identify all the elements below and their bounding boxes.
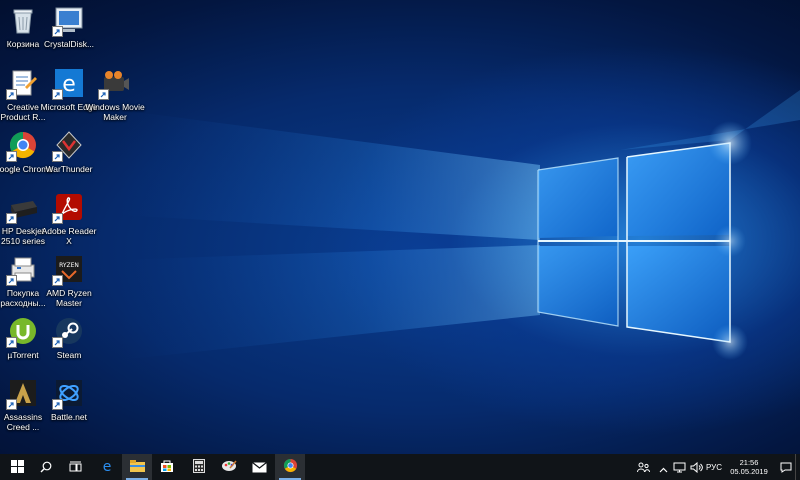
warthunder-icon — [52, 129, 85, 162]
desktop-icon-warthunder[interactable]: WarThunder — [39, 129, 99, 174]
shortcut-arrow-icon — [6, 399, 17, 410]
show-desktop-button[interactable] — [795, 454, 800, 480]
people-button[interactable] — [635, 454, 651, 480]
taskbar-file-explorer[interactable] — [122, 454, 152, 480]
mail-icon — [251, 458, 267, 477]
taskbar-mail[interactable] — [244, 454, 274, 480]
shortcut-arrow-icon — [6, 337, 17, 348]
language-label: РУС — [705, 462, 723, 472]
taskbar: e РУС 21:56 05.05.2019 — [0, 454, 800, 480]
desktop-icon-crystaldisk[interactable]: CrystalDisk... — [39, 4, 99, 49]
speaker-icon — [690, 458, 703, 477]
shortcut-arrow-icon — [52, 151, 63, 162]
store-icon — [160, 458, 174, 477]
task-view-icon — [69, 458, 82, 477]
shortcut-arrow-icon — [6, 151, 17, 162]
chrome-icon — [283, 458, 298, 477]
svg-text:e: e — [62, 72, 76, 97]
taskbar-edge[interactable]: e — [92, 454, 122, 480]
shortcut-arrow-icon — [52, 399, 63, 410]
start-icon — [10, 458, 24, 477]
notification-icon — [780, 458, 792, 477]
steam-icon — [52, 315, 85, 348]
shortcut-arrow-icon — [52, 26, 63, 37]
shortcut-arrow-icon — [52, 337, 63, 348]
shortcut-arrow-icon — [52, 213, 63, 224]
shortcut-arrow-icon — [98, 89, 109, 100]
battlenet-icon — [52, 377, 85, 410]
clock-date: 05.05.2019 — [730, 467, 768, 476]
desktop-icon-adobe-reader[interactable]: Adobe Reader X — [39, 191, 99, 246]
printer-icon — [6, 191, 39, 224]
movie-maker-icon — [98, 67, 131, 100]
taskbar-paint[interactable] — [214, 454, 244, 480]
shortcut-arrow-icon — [52, 275, 63, 286]
recycle-bin-icon — [7, 4, 39, 36]
taskbar-calculator[interactable] — [184, 454, 214, 480]
desktop-icon-steam[interactable]: Steam — [39, 315, 99, 360]
clock-time: 21:56 — [739, 458, 759, 467]
network-button[interactable] — [672, 454, 688, 480]
clock[interactable]: 21:56 05.05.2019 — [721, 458, 777, 476]
edge-icon: e — [52, 67, 85, 100]
svg-text:RYZEN: RYZEN — [59, 262, 79, 269]
taskbar-store[interactable] — [152, 454, 182, 480]
search-button[interactable] — [31, 454, 61, 480]
shortcut-arrow-icon — [52, 89, 63, 100]
assassins-creed-icon — [6, 377, 39, 410]
shortcut-arrow-icon — [6, 275, 17, 286]
tray-overflow-button[interactable] — [656, 454, 670, 480]
crystaldisk-icon — [52, 4, 85, 37]
desktop-icon-amd-ryzen[interactable]: RYZEN AMD Ryzen Master — [39, 253, 99, 308]
edge-icon: e — [100, 458, 114, 477]
shortcut-arrow-icon — [6, 89, 17, 100]
people-icon — [636, 458, 650, 477]
chevron-up-icon — [659, 458, 668, 477]
task-view-button[interactable] — [60, 454, 90, 480]
action-center-button[interactable] — [779, 454, 793, 480]
start-button[interactable] — [2, 454, 32, 480]
svg-text:e: e — [103, 459, 112, 473]
adobe-reader-icon — [52, 191, 85, 224]
volume-button[interactable] — [688, 454, 704, 480]
supplies-icon — [6, 253, 39, 286]
amd-ryzen-icon: RYZEN — [52, 253, 85, 286]
network-icon — [673, 458, 687, 477]
paint-icon — [221, 458, 237, 477]
utorrent-icon — [6, 315, 39, 348]
search-icon — [40, 458, 52, 477]
creative-product-icon — [6, 67, 39, 100]
taskbar-chrome[interactable] — [275, 454, 305, 480]
shortcut-arrow-icon — [6, 213, 17, 224]
file-explorer-icon — [129, 458, 145, 477]
chrome-icon — [6, 129, 39, 162]
calculator-icon — [193, 458, 205, 477]
desktop-icon-battlenet[interactable]: Battle.net — [39, 377, 99, 422]
desktop-icon-movie-maker[interactable]: Windows Movie Maker — [85, 67, 145, 122]
